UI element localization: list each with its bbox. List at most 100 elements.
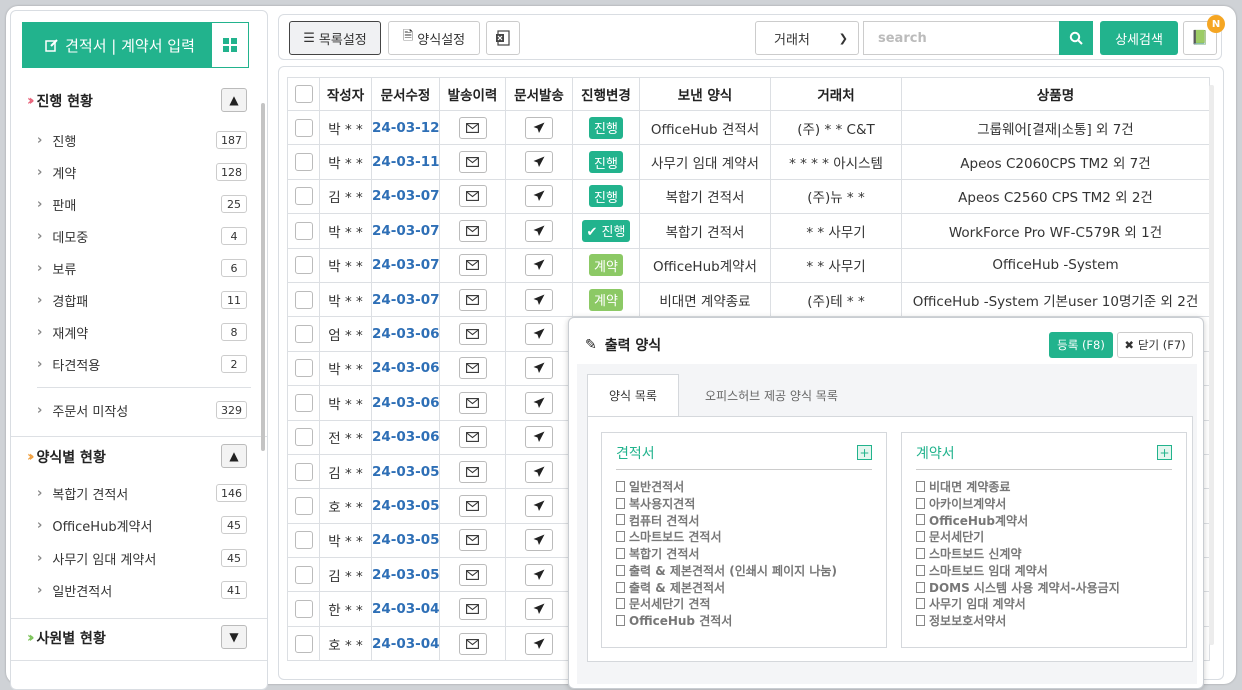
- row-checkbox[interactable]: [294, 496, 313, 515]
- row-checkbox[interactable]: [294, 118, 313, 137]
- modify-date-link[interactable]: 24-03-05: [371, 522, 440, 559]
- row-checkbox[interactable]: [294, 153, 313, 172]
- section-progress-header[interactable]: ›› 진행 현황 ▲: [27, 88, 247, 114]
- send-history-button[interactable]: [458, 632, 487, 655]
- send-history-button[interactable]: [458, 357, 487, 380]
- form-list-item[interactable]: 출력 & 제본견적서: [616, 579, 837, 596]
- send-document-button[interactable]: [525, 391, 553, 414]
- row-checkbox[interactable]: [294, 256, 313, 275]
- row-checkbox[interactable]: [294, 428, 313, 447]
- document-input-button[interactable]: 견적서 | 계약서 입력: [22, 22, 218, 68]
- add-icon[interactable]: +: [1157, 445, 1172, 460]
- notification-badge[interactable]: N: [1207, 15, 1225, 33]
- send-document-button[interactable]: [525, 323, 553, 346]
- row-checkbox[interactable]: [294, 634, 313, 653]
- form-list-item[interactable]: 일반견적서: [616, 478, 837, 495]
- expand-button[interactable]: ▼: [221, 625, 247, 649]
- sidebar-item-recontract[interactable]: › 재계약 8: [37, 322, 247, 342]
- modify-date-link[interactable]: 24-03-07: [371, 281, 440, 318]
- collapse-button[interactable]: ▲: [221, 444, 247, 468]
- column-header[interactable]: 문서발송: [505, 77, 573, 111]
- register-button[interactable]: 등록 (F8): [1049, 332, 1113, 358]
- grid-view-button[interactable]: [211, 22, 249, 68]
- modify-date-link[interactable]: 24-03-05: [371, 488, 440, 524]
- form-list-item[interactable]: 문서세단기 견적: [616, 596, 837, 613]
- form-list-item[interactable]: OfficeHub계약서: [916, 512, 1120, 529]
- sidebar-item-sale[interactable]: › 판매 25: [37, 194, 247, 214]
- filter-select[interactable]: 거래처 ❯: [755, 21, 859, 55]
- send-history-button[interactable]: [458, 151, 487, 174]
- send-history-button[interactable]: [458, 391, 487, 414]
- sidebar-item-contract[interactable]: › 계약 128: [37, 162, 247, 182]
- sidebar-item-progress[interactable]: › 진행 187: [37, 130, 247, 150]
- send-document-button[interactable]: [525, 288, 553, 311]
- modify-date-link[interactable]: 24-03-04: [371, 625, 440, 662]
- form-list-item[interactable]: 출력 & 제본견적서 (인쇄시 페이지 나눔): [616, 562, 837, 579]
- send-history-button[interactable]: [458, 185, 487, 208]
- column-header[interactable]: 보낸 양식: [639, 77, 771, 111]
- status-badge[interactable]: ✔ 진행: [581, 219, 631, 242]
- table-row[interactable]: 박 * * 24-03-07 계약 OfficeHub계약서 * * 사무기 Office…: [287, 247, 1210, 283]
- form-list-item[interactable]: 복사용지견적: [616, 495, 837, 512]
- column-header[interactable]: 상품명: [901, 77, 1210, 111]
- sidebar-item-other-quote[interactable]: › 타견적용 2: [37, 354, 247, 374]
- status-badge[interactable]: 계약: [589, 288, 623, 311]
- row-checkbox[interactable]: [294, 531, 313, 550]
- modify-date-link[interactable]: 24-03-05: [371, 453, 440, 490]
- row-checkbox[interactable]: [294, 325, 313, 344]
- status-badge[interactable]: 진행: [589, 151, 623, 174]
- form-list-item[interactable]: OfficeHub 견적서: [616, 612, 837, 629]
- modify-date-link[interactable]: 24-03-06: [371, 316, 440, 352]
- table-row[interactable]: 박 * * 24-03-07 계약 비대면 계약종료 (주)테 * * OfficeHub…: [287, 281, 1210, 318]
- status-badge[interactable]: 진행: [589, 116, 623, 139]
- send-document-button[interactable]: [525, 529, 553, 552]
- modify-date-link[interactable]: 24-03-07: [371, 213, 440, 249]
- row-checkbox[interactable]: [294, 187, 313, 206]
- sidebar-item-copier-quote[interactable]: › 복합기 견적서 146: [37, 483, 247, 503]
- form-list-item[interactable]: 스마트보드 견적서: [616, 528, 837, 545]
- row-checkbox[interactable]: [294, 600, 313, 619]
- form-list-item[interactable]: 스마트보드 신계약: [916, 545, 1120, 562]
- tab-form-list[interactable]: 양식 목록: [587, 374, 679, 416]
- modify-date-link[interactable]: 24-03-12: [371, 109, 440, 146]
- modify-date-link[interactable]: 24-03-11: [371, 144, 440, 180]
- table-row[interactable]: 김 * * 24-03-07 진행 복합기 견적서 (주)뉴 * * Apeos C256…: [287, 178, 1210, 215]
- modify-date-link[interactable]: 24-03-07: [371, 247, 440, 283]
- send-history-button[interactable]: [458, 116, 487, 139]
- send-history-button[interactable]: [458, 460, 487, 483]
- send-history-button[interactable]: [458, 323, 487, 346]
- search-input[interactable]: [863, 21, 1061, 55]
- sidebar-item-general-quote[interactable]: › 일반견적서 41: [37, 580, 247, 600]
- modify-date-link[interactable]: 24-03-05: [371, 557, 440, 593]
- table-scrollbar[interactable]: [1209, 85, 1214, 645]
- form-list-item[interactable]: 비대면 계약종료: [916, 478, 1120, 495]
- sidebar-item-lost[interactable]: › 경합패 11: [37, 290, 247, 310]
- send-history-button[interactable]: [458, 426, 487, 449]
- send-document-button[interactable]: [525, 598, 553, 621]
- row-checkbox[interactable]: [294, 221, 313, 240]
- send-document-button[interactable]: [525, 151, 553, 174]
- excel-export-button[interactable]: [486, 21, 520, 55]
- form-list-item[interactable]: 복합기 견적서: [616, 545, 837, 562]
- send-history-button[interactable]: [458, 288, 487, 311]
- send-history-button[interactable]: [458, 254, 487, 277]
- form-settings-button[interactable]: 🗎 양식설정: [388, 21, 480, 55]
- form-list-item[interactable]: DOMS 시스템 사용 계약서-사용금지: [916, 579, 1120, 596]
- close-button[interactable]: ✖ 닫기 (F7): [1117, 332, 1193, 358]
- table-row[interactable]: 박 * * 24-03-11 진행 사무기 임대 계약서 * * * * 아시스템 Ape…: [287, 144, 1210, 180]
- row-checkbox[interactable]: [294, 393, 313, 412]
- advanced-search-button[interactable]: 상세검색: [1100, 21, 1178, 55]
- status-badge[interactable]: 계약: [589, 254, 623, 277]
- column-header[interactable]: 발송이력: [439, 77, 506, 111]
- send-history-button[interactable]: [458, 563, 487, 586]
- send-document-button[interactable]: [525, 460, 553, 483]
- row-checkbox[interactable]: [294, 359, 313, 378]
- form-list-item[interactable]: 스마트보드 임대 계약서: [916, 562, 1120, 579]
- column-header[interactable]: 문서수정: [371, 77, 440, 111]
- search-button[interactable]: [1059, 21, 1093, 55]
- add-icon[interactable]: +: [857, 445, 872, 460]
- form-list-item[interactable]: 문서세단기: [916, 528, 1120, 545]
- send-history-button[interactable]: [458, 494, 487, 517]
- send-document-button[interactable]: [525, 357, 553, 380]
- form-list-item[interactable]: 아카이브계약서: [916, 495, 1120, 512]
